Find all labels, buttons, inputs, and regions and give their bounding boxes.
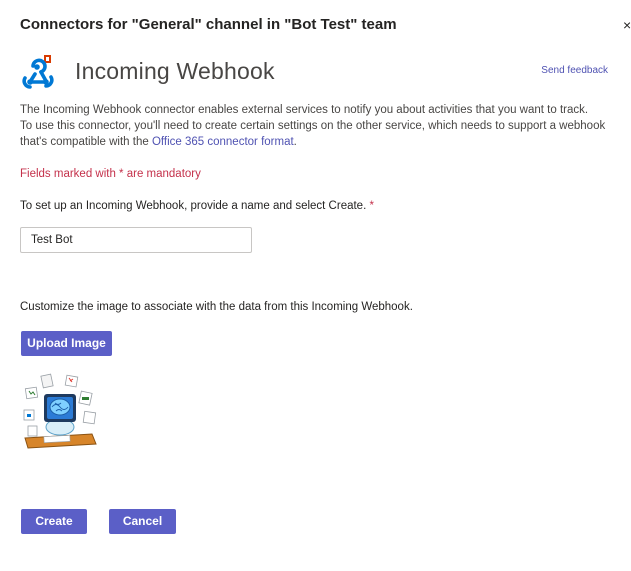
connector-name: Incoming Webhook [75,58,275,84]
connector-format-link[interactable]: Office 365 connector format [152,136,294,148]
required-marker: * [369,200,374,212]
description-line-2: To use this connector, you'll need to cr… [20,120,606,148]
description-line-1: The Incoming Webhook connector enables e… [20,104,589,116]
send-feedback-link[interactable]: Send feedback [541,65,608,76]
create-button[interactable]: Create [21,509,87,534]
cancel-button[interactable]: Cancel [109,509,176,534]
mandatory-fields-note: Fields marked with * are mandatory [20,168,201,180]
name-prompt-text: To set up an Incoming Webhook, provide a… [20,200,367,212]
description-line-2-end: . [293,136,297,148]
dialog-title: Connectors for "General" channel in "Bot… [20,16,397,33]
webhook-icon [22,55,54,89]
webhook-name-input[interactable] [20,227,252,253]
close-icon[interactable]: × [623,16,631,34]
bot-avatar-image [23,373,97,449]
connector-header: Incoming Webhook Send feedback [20,54,610,94]
connector-dialog: Connectors for "General" channel in "Bot… [0,0,631,571]
image-prompt: Customize the image to associate with th… [20,301,413,313]
upload-image-button[interactable]: Upload Image [21,331,112,356]
connector-description: The Incoming Webhook connector enables e… [20,102,610,150]
name-field-label: To set up an Incoming Webhook, provide a… [20,200,374,212]
